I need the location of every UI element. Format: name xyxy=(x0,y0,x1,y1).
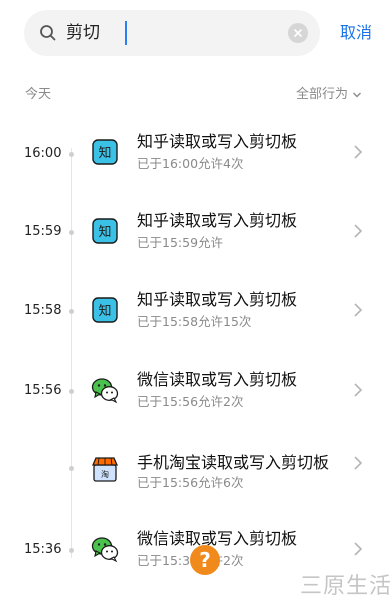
clear-search-button[interactable] xyxy=(288,23,308,43)
chevron-right-icon xyxy=(354,145,363,159)
entry-subtitle: 已于16:00允许4次 xyxy=(137,156,244,171)
help-badge-icon: ? xyxy=(190,545,220,575)
zhihu-app-icon: 知 xyxy=(92,218,118,244)
entry-time: 15:59 xyxy=(24,224,62,239)
clipboard-activity-page: 剪切 取消 今天 全部行为 16:00 知 知乎读取或写入剪切板 已于16:00… xyxy=(0,0,390,600)
svg-text:淘: 淘 xyxy=(101,469,109,479)
entry-title: 微信读取或写入剪切板 xyxy=(137,370,298,389)
chevron-right-icon xyxy=(354,383,363,397)
text-cursor xyxy=(125,21,127,45)
chevron-right-icon xyxy=(354,303,363,317)
taobao-app-icon: 淘 xyxy=(92,457,118,482)
search-icon xyxy=(40,25,56,41)
entry-subtitle: 已于15:56允许2次 xyxy=(137,394,244,409)
wechat-app-icon xyxy=(91,378,119,404)
timeline-dot xyxy=(69,152,74,157)
entry-subtitle: 已于15:58允许15次 xyxy=(137,314,252,329)
svg-text:知: 知 xyxy=(98,145,111,161)
chevron-down-icon xyxy=(353,92,362,98)
zhihu-app-icon: 知 xyxy=(92,139,118,165)
day-label: 今天 xyxy=(25,87,52,102)
filter-label: 全部行为 xyxy=(296,87,349,102)
timeline-dot xyxy=(69,466,74,471)
entry-subtitle: 已于15:56允许6次 xyxy=(137,475,244,490)
list-item[interactable]: 淘 手机淘宝读取或写入剪切板 已于15:56允许6次 xyxy=(0,446,390,506)
entry-time: 15:58 xyxy=(24,303,62,318)
list-item[interactable]: 16:00 知 知乎读取或写入剪切板 已于16:00允许4次 xyxy=(0,128,390,188)
behavior-filter[interactable]: 全部行为 xyxy=(296,86,362,104)
list-item[interactable]: 15:58 知 知乎读取或写入剪切板 已于15:58允许15次 xyxy=(0,286,390,346)
chevron-right-icon xyxy=(354,456,363,470)
entry-time: 15:56 xyxy=(24,383,62,398)
entry-title: 知乎读取或写入剪切板 xyxy=(137,132,298,151)
timeline-dot xyxy=(69,548,74,553)
svg-text:知: 知 xyxy=(98,303,111,319)
entry-time: 16:00 xyxy=(24,146,62,161)
svg-text:知: 知 xyxy=(98,224,111,240)
entry-title: 手机淘宝读取或写入剪切板 xyxy=(137,453,330,472)
chevron-right-icon xyxy=(354,542,363,556)
entry-title: 微信读取或写入剪切板 xyxy=(137,529,298,548)
watermark: 三原生活 xyxy=(300,574,390,599)
close-icon xyxy=(294,29,302,37)
cancel-button[interactable]: 取消 xyxy=(340,22,372,44)
entry-title: 知乎读取或写入剪切板 xyxy=(137,211,298,230)
zhihu-app-icon: 知 xyxy=(92,297,118,323)
entry-title: 知乎读取或写入剪切板 xyxy=(137,290,298,309)
entry-subtitle: 已于15:59允许 xyxy=(137,235,224,250)
list-item[interactable]: 15:56 微信读取或写入剪切板 已于15:56允许2次 xyxy=(0,366,390,426)
chevron-right-icon xyxy=(354,224,363,238)
timeline-dot xyxy=(69,309,74,314)
list-item[interactable]: 15:59 知 知乎读取或写入剪切板 已于15:59允许 xyxy=(0,207,390,267)
search-input[interactable]: 剪切 xyxy=(66,21,100,45)
wechat-app-icon xyxy=(91,537,119,563)
timeline-dot xyxy=(69,389,74,394)
entry-time: 15:36 xyxy=(24,542,62,557)
search-bar[interactable]: 剪切 xyxy=(24,10,320,56)
timeline-dot xyxy=(69,230,74,235)
